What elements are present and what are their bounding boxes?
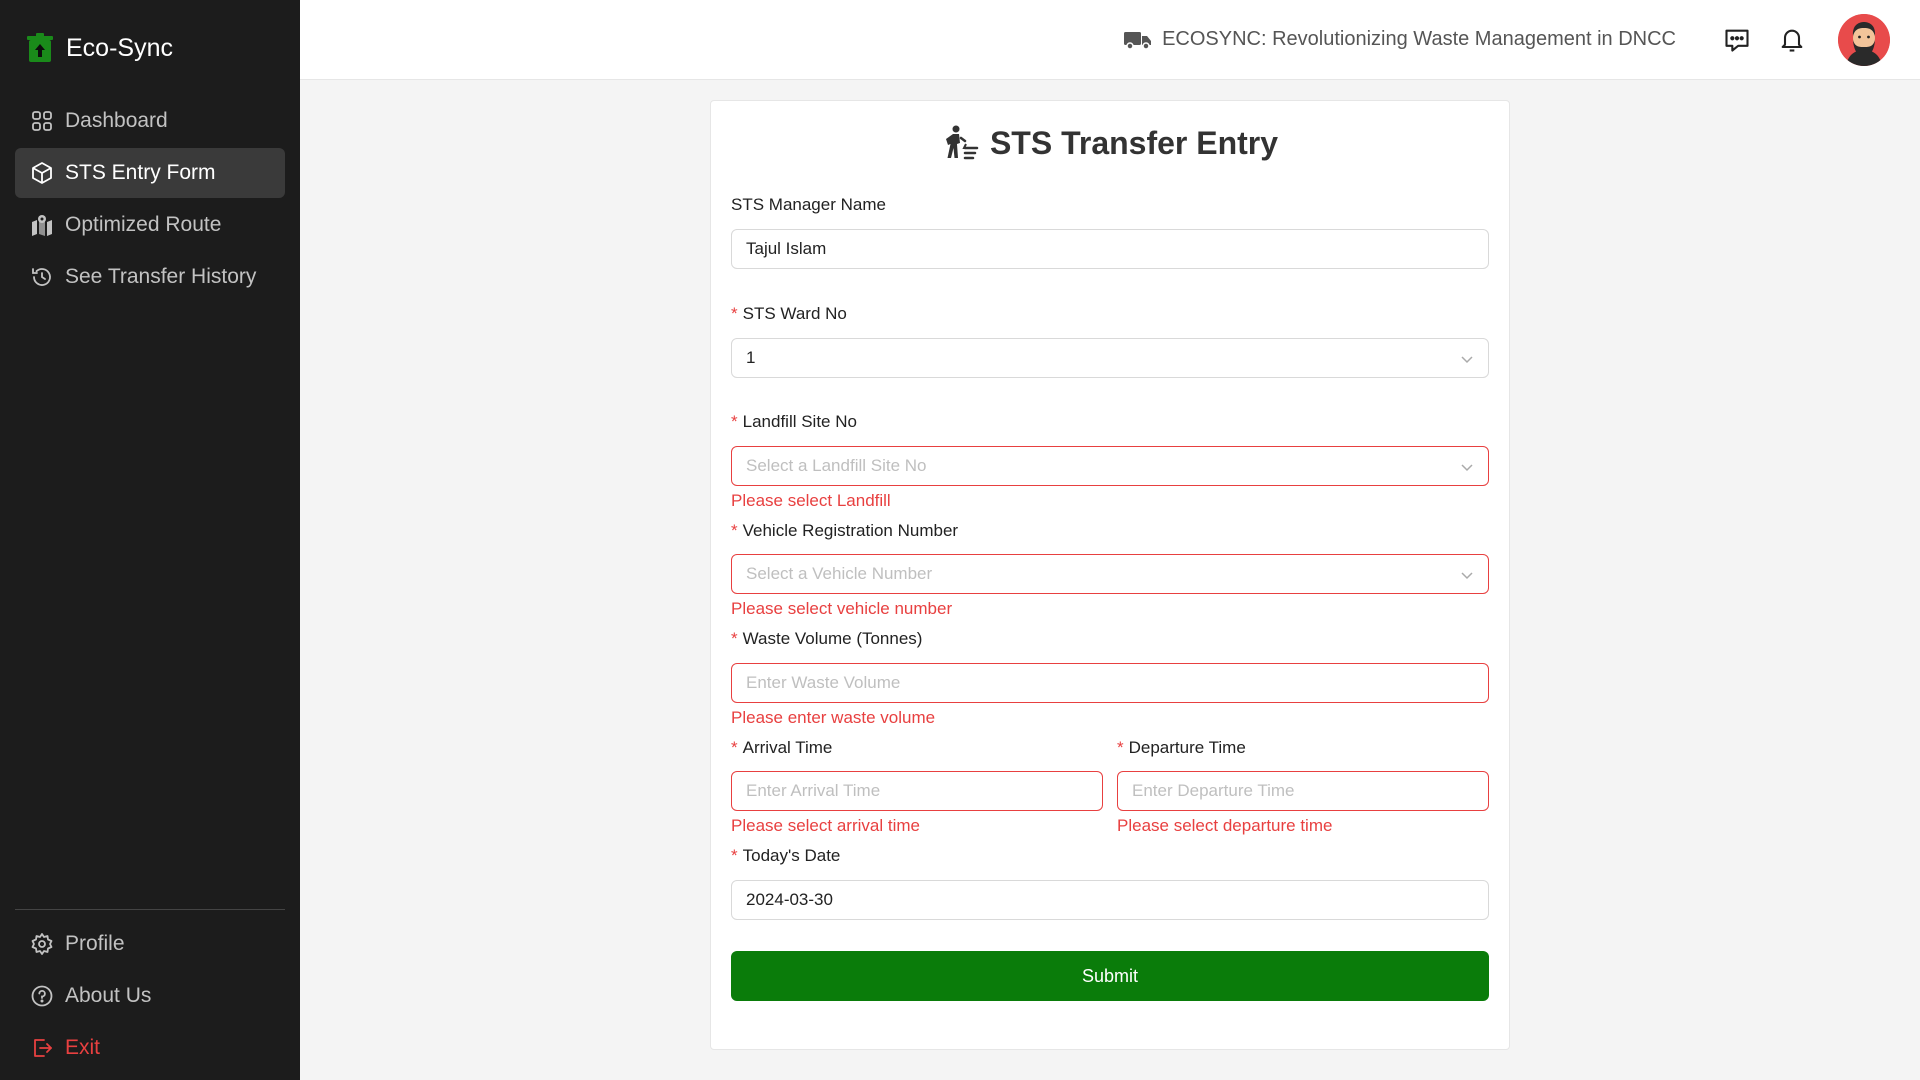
landfill-select[interactable]: Select a Landfill Site No bbox=[731, 446, 1489, 486]
vehicle-label: * Vehicle Registration Number bbox=[731, 521, 958, 541]
landfill-error: Please select Landfill bbox=[731, 491, 891, 510]
cube-icon bbox=[30, 161, 54, 185]
vehicle-placeholder: Select a Vehicle Number bbox=[746, 564, 933, 583]
submit-button[interactable]: Submit bbox=[731, 951, 1489, 1001]
sidebar-item-sts-entry-form[interactable]: STS Entry Form bbox=[15, 148, 285, 198]
sidebar-item-label: STS Entry Form bbox=[65, 161, 216, 184]
truck-icon bbox=[1124, 31, 1152, 50]
sidebar-bottom: Profile About Us Exit bbox=[15, 909, 285, 1075]
header-title: ECOSYNC: Revolutionizing Waste Managemen… bbox=[1124, 28, 1676, 51]
form-title: STS Transfer Entry bbox=[711, 121, 1509, 165]
sidebar-item-label: Profile bbox=[65, 932, 125, 955]
grid-icon bbox=[30, 109, 54, 133]
departure-time-input[interactable]: Enter Departure Time bbox=[1117, 771, 1489, 811]
arrival-time-input[interactable]: Enter Arrival Time bbox=[731, 771, 1103, 811]
departure-time-label-text: Departure Time bbox=[1128, 738, 1246, 757]
arrival-time-error: Please select arrival time bbox=[731, 816, 920, 835]
todays-date-value: 2024-03-30 bbox=[746, 890, 833, 909]
waste-volume-label: * Waste Volume (Tonnes) bbox=[731, 629, 922, 649]
avatar[interactable] bbox=[1838, 13, 1890, 66]
trash-bin-icon bbox=[27, 33, 53, 62]
manager-name-field[interactable]: Tajul Islam bbox=[731, 229, 1489, 269]
required-marker: * bbox=[731, 412, 738, 431]
history-icon bbox=[30, 265, 54, 289]
ward-no-select[interactable]: 1 bbox=[731, 338, 1489, 378]
map-icon bbox=[30, 213, 54, 237]
chevron-down-icon bbox=[1461, 464, 1473, 472]
sidebar-item-exit[interactable]: Exit bbox=[15, 1023, 285, 1073]
chevron-down-icon bbox=[1461, 572, 1473, 580]
departure-time-label: * Departure Time bbox=[1117, 738, 1246, 758]
sidebar-item-optimized-route[interactable]: Optimized Route bbox=[15, 200, 285, 250]
gear-icon bbox=[30, 932, 54, 956]
sidebar-item-see-transfer-history[interactable]: See Transfer History bbox=[15, 252, 285, 302]
form-title-text: STS Transfer Entry bbox=[989, 124, 1279, 161]
sidebar-item-label: About Us bbox=[65, 984, 152, 1007]
departure-time-placeholder: Enter Departure Time bbox=[1132, 781, 1295, 800]
sts-transfer-form: STS Transfer Entry STS Manager Name Taju… bbox=[710, 100, 1510, 1050]
worker-transfer-icon bbox=[945, 125, 979, 160]
departure-time-error: Please select departure time bbox=[1117, 816, 1333, 835]
waste-volume-placeholder: Enter Waste Volume bbox=[746, 673, 901, 692]
todays-date-label-text: Today's Date bbox=[742, 846, 841, 865]
user-avatar-icon bbox=[1838, 13, 1890, 66]
sidebar-item-label: See Transfer History bbox=[65, 265, 257, 288]
brand-name: Eco-Sync bbox=[66, 33, 173, 62]
required-marker: * bbox=[731, 521, 738, 540]
logout-icon bbox=[30, 1036, 54, 1060]
sidebar-item-profile[interactable]: Profile bbox=[15, 919, 285, 969]
ward-no-label: * STS Ward No bbox=[731, 304, 847, 324]
waste-volume-error: Please enter waste volume bbox=[731, 708, 936, 727]
landfill-placeholder: Select a Landfill Site No bbox=[746, 456, 927, 475]
required-marker: * bbox=[731, 629, 738, 648]
ward-no-label-text: STS Ward No bbox=[742, 304, 847, 323]
brand[interactable]: Eco-Sync bbox=[0, 0, 300, 96]
arrival-time-placeholder: Enter Arrival Time bbox=[746, 781, 881, 800]
landfill-label-text: Landfill Site No bbox=[742, 412, 857, 431]
vehicle-select[interactable]: Select a Vehicle Number bbox=[731, 554, 1489, 594]
required-marker: * bbox=[1117, 738, 1124, 757]
sidebar-nav: Dashboard STS Entry Form Optimized Route bbox=[0, 96, 300, 302]
sidebar-item-label: Dashboard bbox=[65, 109, 168, 132]
manager-name-label: STS Manager Name bbox=[731, 195, 886, 215]
notifications-button[interactable] bbox=[1776, 24, 1808, 56]
bell-icon bbox=[1781, 29, 1803, 52]
manager-name-label-text: STS Manager Name bbox=[731, 195, 886, 214]
chat-icon bbox=[1725, 29, 1749, 52]
chevron-down-icon bbox=[1461, 356, 1473, 364]
arrival-time-label-text: Arrival Time bbox=[742, 738, 833, 757]
required-marker: * bbox=[731, 738, 738, 757]
waste-volume-input[interactable]: Enter Waste Volume bbox=[731, 663, 1489, 703]
sidebar: Eco-Sync Dashboard STS Entry Form Optimi… bbox=[0, 0, 300, 1080]
sidebar-item-about-us[interactable]: About Us bbox=[15, 971, 285, 1021]
vehicle-label-text: Vehicle Registration Number bbox=[742, 521, 959, 540]
todays-date-input[interactable]: 2024-03-30 bbox=[731, 880, 1489, 920]
todays-date-label: * Today's Date bbox=[731, 846, 840, 866]
vehicle-error: Please select vehicle number bbox=[731, 599, 953, 618]
sidebar-item-label: Exit bbox=[65, 1036, 101, 1059]
ward-no-value: 1 bbox=[746, 348, 756, 367]
waste-volume-label-text: Waste Volume (Tonnes) bbox=[742, 629, 923, 648]
sidebar-item-label: Optimized Route bbox=[65, 213, 222, 236]
sidebar-item-dashboard[interactable]: Dashboard bbox=[15, 96, 285, 146]
required-marker: * bbox=[731, 846, 738, 865]
chat-button[interactable] bbox=[1721, 24, 1753, 56]
required-marker: * bbox=[731, 304, 738, 323]
top-header: ECOSYNC: Revolutionizing Waste Managemen… bbox=[300, 0, 1920, 80]
manager-name-value: Tajul Islam bbox=[746, 239, 827, 258]
landfill-label: * Landfill Site No bbox=[731, 412, 857, 432]
arrival-time-label: * Arrival Time bbox=[731, 738, 832, 758]
header-title-text: ECOSYNC: Revolutionizing Waste Managemen… bbox=[1162, 28, 1676, 50]
help-icon bbox=[30, 984, 54, 1008]
